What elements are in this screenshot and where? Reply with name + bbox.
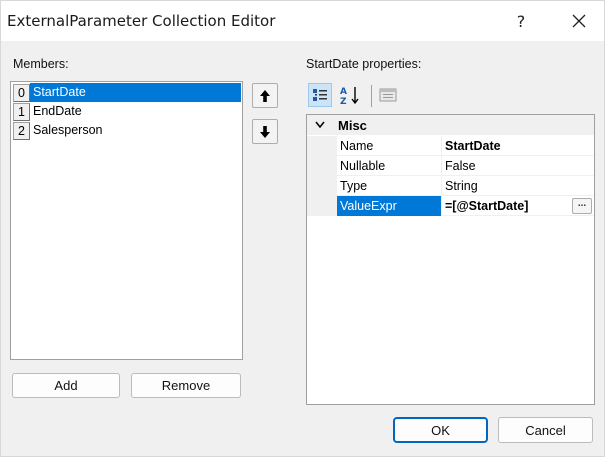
list-item-startdate[interactable]: 0 StartDate	[12, 83, 241, 102]
list-item-salesperson[interactable]: 2 Salesperson	[12, 121, 241, 140]
collection-editor-dialog: ExternalParameter Collection Editor ? Me…	[0, 0, 605, 457]
property-name: Name	[337, 136, 442, 156]
categorized-button[interactable]	[308, 83, 332, 107]
categorized-icon	[313, 89, 327, 101]
arrow-up-icon	[260, 89, 270, 102]
row-margin	[307, 156, 337, 175]
property-pages-button[interactable]	[376, 83, 400, 107]
property-value[interactable]: String	[442, 176, 594, 196]
ellipsis-button[interactable]: ...	[572, 198, 592, 214]
close-icon	[572, 14, 586, 28]
move-down-button[interactable]	[252, 119, 278, 144]
property-row-nullable[interactable]: Nullable False	[307, 156, 594, 176]
remove-button[interactable]: Remove	[131, 373, 241, 398]
svg-text:Z: Z	[340, 97, 347, 105]
property-row-name[interactable]: Name StartDate	[307, 136, 594, 156]
property-row-type[interactable]: Type String	[307, 176, 594, 196]
property-pages-icon	[379, 88, 397, 102]
properties-label: StartDate properties:	[306, 57, 422, 71]
property-row-valueexpr[interactable]: ValueExpr =[@StartDate] ...	[307, 196, 594, 216]
list-item-label: Salesperson	[33, 123, 103, 137]
list-item-index: 0	[13, 83, 30, 102]
row-margin	[307, 196, 337, 215]
row-margin	[307, 176, 337, 195]
toolbar-separator	[371, 85, 372, 107]
list-item-label: StartDate	[30, 83, 241, 102]
svg-text:A: A	[340, 87, 347, 97]
list-item-enddate[interactable]: 1 EndDate	[12, 102, 241, 121]
close-button[interactable]	[556, 1, 602, 41]
property-name: Nullable	[337, 156, 442, 176]
property-value: =[@StartDate]	[445, 199, 529, 213]
help-button[interactable]: ?	[498, 1, 544, 41]
move-up-button[interactable]	[252, 83, 278, 108]
property-name: Type	[337, 176, 442, 196]
property-value-cell[interactable]: =[@StartDate] ...	[442, 196, 594, 216]
property-value[interactable]: StartDate	[442, 136, 594, 156]
list-item-index: 2	[13, 121, 30, 140]
property-grid[interactable]: Misc Name StartDate Nullable False Type …	[306, 114, 595, 405]
cancel-button[interactable]: Cancel	[498, 417, 593, 443]
chevron-down-icon[interactable]	[307, 121, 333, 129]
title-bar: ExternalParameter Collection Editor ?	[1, 1, 604, 41]
members-listbox[interactable]: 0 StartDate 1 EndDate 2 Salesperson	[10, 81, 243, 360]
add-button[interactable]: Add	[12, 373, 120, 398]
list-item-label: EndDate	[33, 104, 82, 118]
category-label: Misc	[338, 117, 367, 133]
property-value[interactable]: False	[442, 156, 594, 176]
list-item-index: 1	[13, 102, 30, 121]
alphabetical-button[interactable]: A Z	[338, 83, 362, 107]
property-name: ValueExpr	[337, 196, 442, 216]
window-title: ExternalParameter Collection Editor	[7, 12, 276, 30]
members-label: Members:	[13, 57, 69, 71]
category-row-misc[interactable]: Misc	[307, 115, 594, 135]
alphabetical-sort-icon: A Z	[340, 87, 359, 105]
row-margin	[307, 136, 337, 155]
ok-button[interactable]: OK	[393, 417, 488, 443]
arrow-down-icon	[260, 125, 270, 138]
